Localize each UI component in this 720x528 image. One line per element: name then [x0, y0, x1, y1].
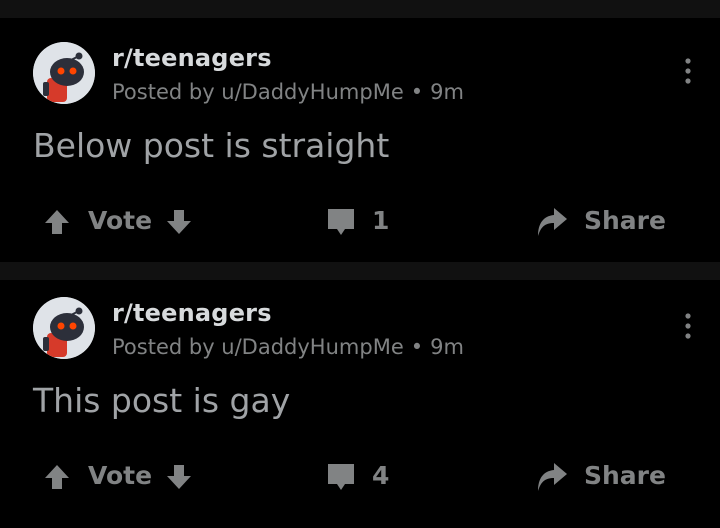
- comment-button[interactable]: 1: [320, 202, 410, 242]
- post-title[interactable]: Below post is straight: [33, 126, 389, 165]
- downvote-arrow-icon[interactable]: [164, 207, 194, 237]
- post-action-bar: Vote 4 Share: [0, 449, 720, 505]
- more-options-kebab-icon[interactable]: [676, 56, 700, 88]
- post-feed: r/teenagers Posted by u/DaddyHumpMe • 9m B…: [0, 0, 720, 508]
- meta-separator: •: [410, 335, 424, 359]
- post-card[interactable]: r/teenagers Posted by u/DaddyHumpMe • 9m B…: [0, 18, 720, 273]
- post-meta: Posted by u/DaddyHumpMe • 9m: [112, 335, 464, 359]
- more-options-kebab-icon[interactable]: [676, 311, 700, 343]
- subreddit-name[interactable]: r/teenagers: [112, 299, 272, 327]
- post-age: 9m: [430, 335, 464, 359]
- feed-divider: [0, 0, 720, 18]
- meta-separator: •: [410, 80, 424, 104]
- upvote-arrow-icon[interactable]: [42, 462, 72, 492]
- vote-label: Vote: [88, 461, 153, 490]
- share-label: Share: [584, 461, 666, 490]
- share-button[interactable]: Share: [532, 457, 672, 497]
- posted-by[interactable]: Posted by u/DaddyHumpMe: [112, 335, 404, 359]
- subreddit-avatar-icon[interactable]: [33, 297, 95, 359]
- share-arrow-icon: [538, 463, 567, 491]
- share-label: Share: [584, 206, 666, 235]
- comment-count: 1: [372, 206, 390, 235]
- share-button[interactable]: Share: [532, 202, 672, 242]
- post-action-bar: Vote 1 Share: [0, 194, 720, 250]
- share-arrow-icon: [538, 208, 567, 236]
- post-card[interactable]: r/teenagers Posted by u/DaddyHumpMe • 9m T…: [0, 273, 720, 528]
- upvote-arrow-icon[interactable]: [42, 207, 72, 237]
- downvote-arrow-icon[interactable]: [164, 462, 194, 492]
- subreddit-name[interactable]: r/teenagers: [112, 44, 272, 72]
- vote-control: Vote: [40, 457, 200, 497]
- subreddit-avatar-icon[interactable]: [33, 42, 95, 104]
- post-title[interactable]: This post is gay: [33, 381, 290, 420]
- posted-by[interactable]: Posted by u/DaddyHumpMe: [112, 80, 404, 104]
- post-meta: Posted by u/DaddyHumpMe • 9m: [112, 80, 464, 104]
- post-age: 9m: [430, 80, 464, 104]
- comment-count: 4: [372, 461, 390, 490]
- vote-label: Vote: [88, 206, 153, 235]
- vote-control: Vote: [40, 202, 200, 242]
- comment-bubble-icon: [328, 464, 354, 490]
- comment-bubble-icon: [328, 209, 354, 235]
- comment-button[interactable]: 4: [320, 457, 410, 497]
